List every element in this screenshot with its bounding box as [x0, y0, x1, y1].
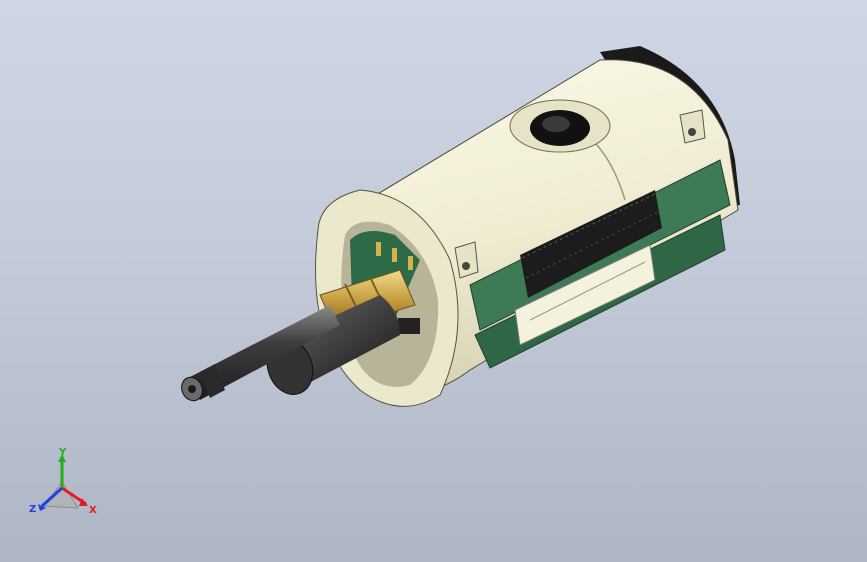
motor-assembly-model[interactable] — [0, 0, 867, 562]
connector-pin — [408, 256, 413, 270]
connector-pin — [376, 242, 381, 256]
y-axis-label: Y — [59, 447, 67, 458]
header-strip-small — [398, 318, 420, 334]
x-axis-label: X — [89, 505, 97, 516]
connector-pin — [392, 248, 397, 262]
z-axis-label: Z — [29, 504, 37, 515]
orientation-triad: Y Z X — [28, 448, 108, 524]
mount-tab — [679, 109, 706, 144]
cad-viewport[interactable]: Y Z X — [0, 0, 867, 562]
